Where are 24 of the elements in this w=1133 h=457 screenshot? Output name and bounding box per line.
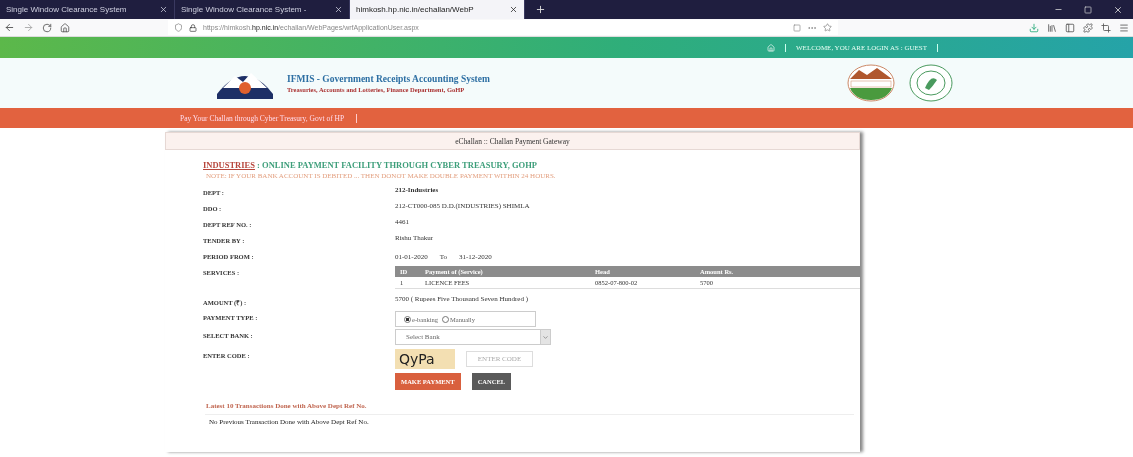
back-icon[interactable]: [4, 22, 15, 33]
captcha-image: QyPa: [395, 349, 455, 369]
browser-tab[interactable]: himkosh.hp.nic.in/echallan/WebP: [350, 0, 525, 19]
new-tab-icon[interactable]: [534, 4, 546, 15]
shield-icon[interactable]: [174, 23, 183, 32]
caret-icon: [540, 330, 550, 344]
download-icon[interactable]: [1029, 22, 1039, 33]
star-icon[interactable]: [823, 23, 832, 32]
restore-icon[interactable]: [1084, 5, 1092, 14]
menu-icon[interactable]: [1119, 22, 1129, 33]
puzzle-icon[interactable]: [1083, 22, 1093, 33]
emblem-logo-icon: [847, 64, 895, 102]
page-heading: INDUSTRIES : ONLINE PAYMENT FACILITY THROUGH CYBER TREASURY, GOHP: [203, 160, 539, 170]
site-title: IFMIS - Government Receipts Accounting System: [287, 73, 490, 84]
close-icon[interactable]: [1113, 4, 1123, 15]
home-icon[interactable]: [60, 22, 70, 33]
sidebar-icon[interactable]: [1065, 22, 1075, 33]
reload-icon[interactable]: [42, 22, 52, 33]
seal-logo-icon: [909, 64, 953, 102]
close-icon[interactable]: [509, 5, 518, 14]
forward-icon[interactable]: [23, 22, 34, 33]
crop-icon[interactable]: [1101, 22, 1111, 33]
library-icon[interactable]: [1047, 22, 1057, 33]
lock-icon[interactable]: [189, 23, 197, 32]
